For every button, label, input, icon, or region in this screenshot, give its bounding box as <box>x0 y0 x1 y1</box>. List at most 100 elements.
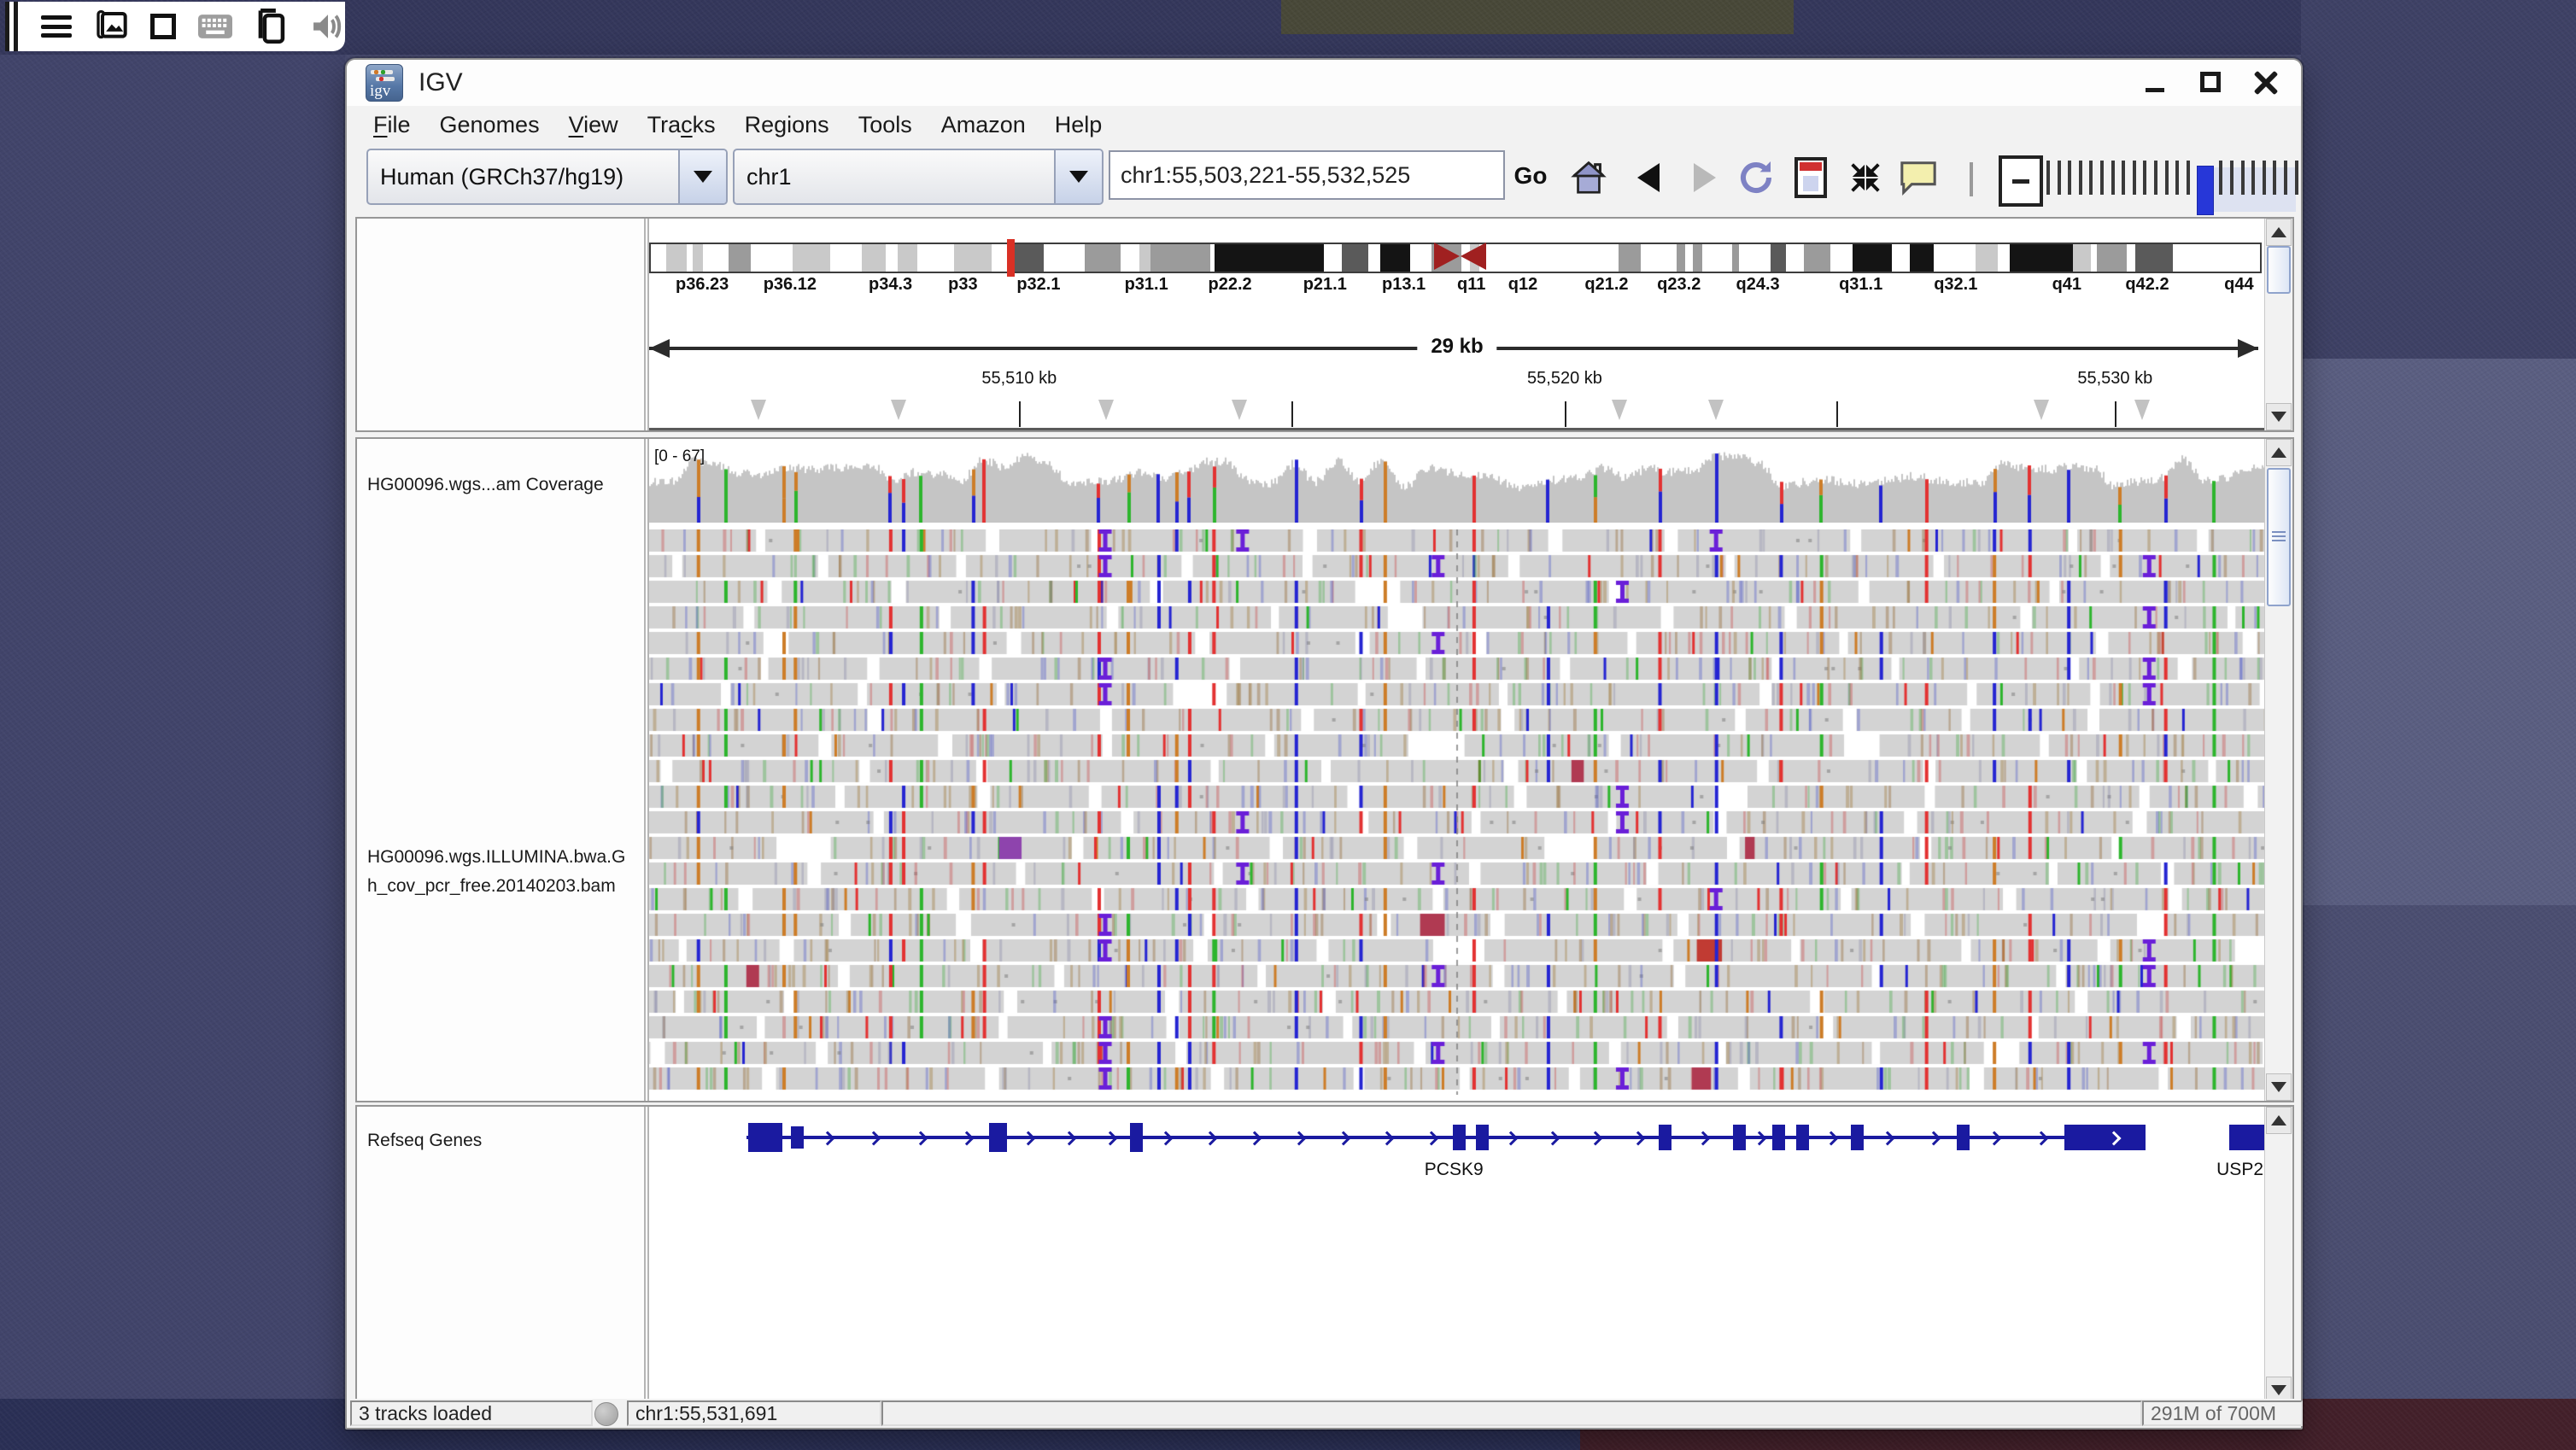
cytoband <box>862 244 887 272</box>
menu-amazon[interactable]: Amazon <box>927 112 1040 138</box>
ruler-tick <box>1565 401 1566 427</box>
zoom-out-button[interactable] <box>1999 155 2043 207</box>
gene-panel: Refseq Genes PCSK9 USP2 <box>355 1105 2294 1406</box>
alignment-panel-name-column: HG00096.wgs...am Coverage HG00096.wgs.IL… <box>357 439 642 1101</box>
home-icon[interactable] <box>1566 154 1611 202</box>
strand-arrow-icon <box>1380 1131 1395 1146</box>
cytoband <box>1804 244 1831 272</box>
tooltip-icon[interactable] <box>1896 154 1941 202</box>
zoom-slider-thumb[interactable] <box>2197 166 2214 215</box>
minimize-button[interactable] <box>2144 70 2169 96</box>
ruler-tick-label: 55,520 kb <box>1527 369 1602 389</box>
refresh-icon[interactable] <box>1734 154 1778 202</box>
keyboard-icon[interactable] <box>198 9 232 44</box>
gene-exon[interactable] <box>1476 1125 1489 1150</box>
strand-arrow-icon <box>1695 1131 1710 1146</box>
gene-exon[interactable] <box>1733 1125 1746 1150</box>
ruler-marker-icon <box>1612 400 1627 420</box>
cytoband-label: q44 <box>2224 275 2253 295</box>
gene-panel-data[interactable]: PCSK9 USP2 <box>649 1107 2265 1404</box>
region-tool-icon[interactable] <box>1789 154 1833 202</box>
gene-exon[interactable] <box>2064 1125 2146 1150</box>
chromosome-select[interactable]: chr1 <box>733 149 1104 205</box>
title-bar[interactable]: igv IGV <box>347 60 2301 107</box>
gene-name-label[interactable]: USP2 <box>2216 1160 2263 1180</box>
message-status <box>881 1400 2142 1426</box>
gene-exon[interactable] <box>1851 1125 1864 1150</box>
strand-arrow-icon <box>1753 1131 1767 1146</box>
scroll-down-icon[interactable] <box>2266 1073 2292 1101</box>
cytoband <box>1739 244 1771 272</box>
menu-bar: FileGenomesViewTracksRegionsToolsAmazonH… <box>347 106 2301 144</box>
cytoband-label: p31.1 <box>1125 275 1168 295</box>
locus-input[interactable] <box>1109 150 1505 200</box>
back-icon[interactable] <box>1626 154 1671 202</box>
gene-exon[interactable] <box>1796 1125 1809 1150</box>
fit-window-icon[interactable] <box>1843 154 1888 202</box>
coverage-track-name[interactable]: HG00096.wgs...am Coverage <box>367 475 604 495</box>
scrollbar-thumb[interactable] <box>2267 246 2291 294</box>
scroll-up-icon[interactable] <box>2266 219 2292 246</box>
zoom-tick <box>2273 161 2276 195</box>
gene-exon[interactable] <box>1957 1125 1970 1150</box>
scroll-up-icon[interactable] <box>2266 439 2292 466</box>
gene-exon[interactable] <box>748 1123 782 1152</box>
maximize-button[interactable] <box>2198 70 2224 96</box>
genome-select-value: Human (GRCh37/hg19) <box>368 164 678 190</box>
gene-exon[interactable] <box>1130 1123 1143 1152</box>
panel-divider[interactable] <box>642 1107 649 1404</box>
alignment-track-name-line1[interactable]: HG00096.wgs.ILLUMINA.bwa.G <box>367 847 625 868</box>
audio-icon[interactable] <box>311 9 345 44</box>
alignment-track-name-line2[interactable]: h_cov_pcr_free.20140203.bam <box>367 876 616 897</box>
alignment-panel-scrollbar[interactable] <box>2264 439 2292 1101</box>
scroll-down-icon[interactable] <box>2266 403 2292 430</box>
menu-help[interactable]: Help <box>1040 112 1117 138</box>
gene-exon[interactable] <box>989 1123 1007 1152</box>
go-button[interactable]: Go <box>1505 152 1556 200</box>
scrollbar-thumb[interactable] <box>2267 468 2291 606</box>
display-icon[interactable] <box>94 9 128 44</box>
chromosome-select-arrow[interactable] <box>1054 150 1102 203</box>
menu-regions[interactable]: Regions <box>730 112 844 138</box>
zoom-slider[interactable] <box>2046 155 2296 200</box>
fullscreen-icon[interactable] <box>150 9 176 44</box>
locus-panel-data: p36.23p36.12p34.3p33p32.1p31.1p22.2p21.1… <box>649 219 2265 430</box>
menu-genomes[interactable]: Genomes <box>425 112 554 138</box>
alignment-pileup[interactable] <box>649 529 2265 1095</box>
gene-exon[interactable] <box>2229 1125 2265 1150</box>
panel-divider[interactable] <box>642 219 649 430</box>
zoom-tick <box>2295 161 2298 195</box>
chromosome-ideogram[interactable] <box>649 243 2262 273</box>
launcher-grip-handle[interactable] <box>5 2 19 51</box>
cytoband <box>1976 244 1999 272</box>
menu-tracks[interactable]: Tracks <box>633 112 730 138</box>
gene-exon[interactable] <box>1659 1125 1671 1150</box>
menu-tools[interactable]: Tools <box>844 112 927 138</box>
genome-select[interactable]: Human (GRCh37/hg19) <box>366 149 728 205</box>
close-button[interactable] <box>2253 70 2279 96</box>
genome-select-arrow[interactable] <box>678 150 726 203</box>
clipboard-copy-icon[interactable] <box>255 9 289 44</box>
memory-indicator-icon[interactable] <box>594 1402 618 1426</box>
gene-name-label[interactable]: PCSK9 <box>1425 1160 1484 1180</box>
gene-track-name[interactable]: Refseq Genes <box>367 1131 482 1151</box>
gene-exon[interactable] <box>1772 1125 1785 1150</box>
coverage-track[interactable] <box>649 451 2265 523</box>
panel-divider[interactable] <box>642 439 649 1101</box>
cytoband <box>1044 244 1085 272</box>
strand-arrow-icon <box>1927 1131 1941 1146</box>
scroll-up-icon[interactable] <box>2266 1107 2292 1134</box>
gene-panel-scrollbar[interactable] <box>2264 1107 2292 1404</box>
menu-icon[interactable] <box>41 9 72 44</box>
menu-file[interactable]: File <box>359 112 425 138</box>
gene-exon[interactable] <box>1453 1125 1466 1150</box>
strand-arrow-icon <box>1987 1131 2001 1146</box>
cytoband <box>1011 244 1045 272</box>
gene-exon[interactable] <box>791 1126 804 1149</box>
menu-view[interactable]: View <box>554 112 633 138</box>
forward-icon <box>1683 154 1727 202</box>
ruler-tick-label: 55,530 kb <box>2077 369 2152 389</box>
locus-panel-scrollbar[interactable] <box>2264 219 2292 430</box>
igv-app-icon: igv <box>366 64 403 102</box>
cytoband <box>651 244 666 272</box>
